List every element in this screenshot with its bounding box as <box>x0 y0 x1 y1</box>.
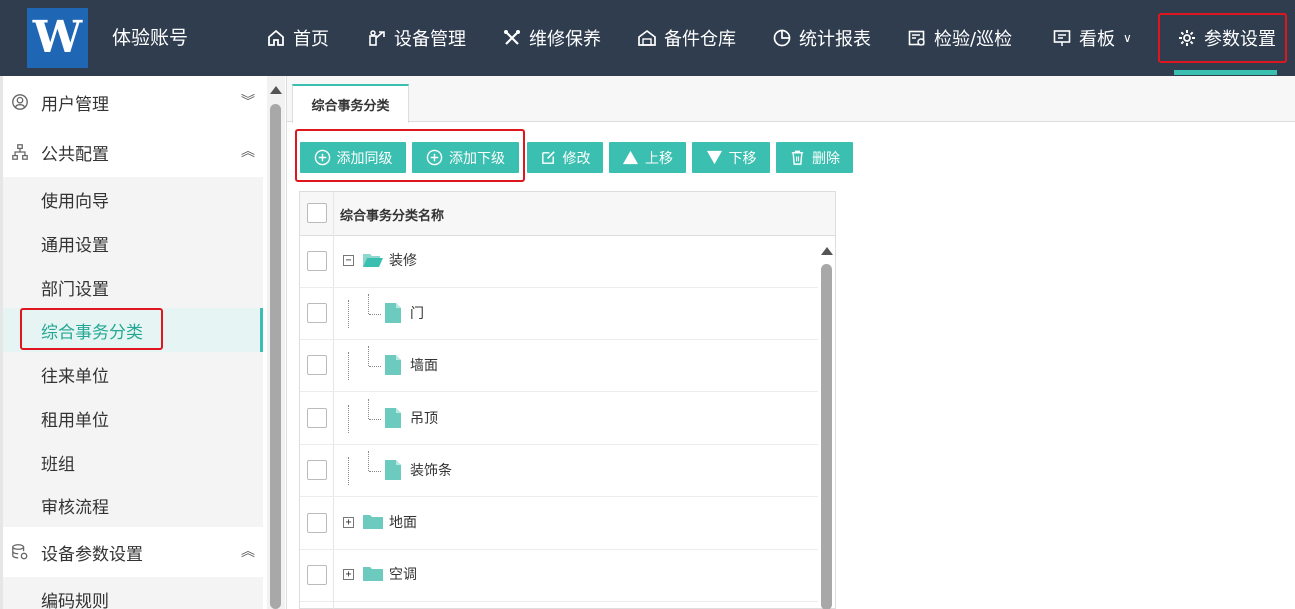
app-logo[interactable]: W <box>27 8 88 68</box>
folder-icon <box>363 567 383 581</box>
triangle-up-icon <box>622 150 639 165</box>
scroll-up-arrow-icon[interactable] <box>821 247 833 255</box>
edit-icon <box>541 151 555 164</box>
folder-icon <box>363 515 383 529</box>
home-icon <box>265 27 287 49</box>
trash-icon <box>791 150 804 165</box>
org-chart-icon <box>10 142 30 162</box>
nav-warehouse[interactable]: 备件仓库 <box>636 0 736 76</box>
delete-button[interactable]: 删除 <box>776 142 853 173</box>
sidebar-item-rental-units[interactable]: 租用单位 <box>3 396 263 440</box>
tree-row-wall[interactable]: 墙面 <box>300 340 818 392</box>
select-all-checkbox[interactable] <box>307 203 327 223</box>
warehouse-icon <box>636 27 658 49</box>
chevron-double-down-icon: ︾ <box>241 94 255 110</box>
pie-chart-icon <box>771 27 793 49</box>
column-header-name: 综合事务分类名称 <box>340 209 445 224</box>
sidebar-item-general-settings[interactable]: 通用设置 <box>3 221 263 265</box>
row-checkbox[interactable] <box>307 355 327 375</box>
nav-board[interactable]: 看板 ∨ <box>1051 0 1132 76</box>
chevron-double-up-icon: ︽ <box>241 544 255 560</box>
file-icon <box>385 408 401 428</box>
nav-active-indicator <box>1174 70 1277 75</box>
move-down-button[interactable]: 下移 <box>692 142 770 173</box>
tree-row-air-conditioning[interactable]: + 空调 <box>300 550 818 602</box>
nav-equipment[interactable]: 设备管理 <box>366 0 466 76</box>
expand-toggle-icon[interactable]: + <box>343 569 354 580</box>
sidebar-item-encoding-rules[interactable]: 编码规则 <box>3 577 263 609</box>
user-circle-icon <box>10 92 30 112</box>
nav-home[interactable]: 首页 <box>265 0 329 76</box>
chevron-double-up-icon: ︽ <box>241 144 255 160</box>
account-name[interactable]: 体验账号 <box>112 26 188 50</box>
grid-scrollbar-thumb[interactable] <box>821 264 832 609</box>
triangle-down-icon <box>706 150 722 165</box>
sidebar-item-approval-flow[interactable]: 审核流程 <box>3 483 263 527</box>
equipment-icon <box>366 27 388 49</box>
row-checkbox[interactable] <box>307 460 327 480</box>
highlight-box-add-buttons <box>295 129 525 182</box>
sidebar-group-user-management[interactable]: 用户管理 ︾ <box>3 77 263 127</box>
nav-inspection[interactable]: 检验/巡检 <box>906 0 1012 76</box>
row-checkbox[interactable] <box>307 408 327 428</box>
folder-open-icon <box>363 254 383 267</box>
row-checkbox[interactable] <box>307 565 327 585</box>
sidebar-group-equipment-params[interactable]: 设备参数设置 ︽ <box>3 527 263 577</box>
nav-maintenance[interactable]: 维修保养 <box>501 0 601 76</box>
category-tree-grid: 综合事务分类名称 − 装修 门 墙面 吊顶 装饰条 + 地面 + 空调 <box>299 191 836 609</box>
file-icon <box>385 460 401 480</box>
tree-row-trim[interactable]: 装饰条 <box>300 445 818 497</box>
highlight-box-sidebar-item <box>20 308 163 350</box>
tab-strip <box>287 76 1295 122</box>
nav-reports[interactable]: 统计报表 <box>771 0 871 76</box>
expand-toggle-icon[interactable]: + <box>343 517 354 528</box>
collapse-toggle-icon[interactable]: − <box>343 255 354 266</box>
tree-row-ceiling[interactable]: 吊顶 <box>300 393 818 445</box>
sidebar-item-department-settings[interactable]: 部门设置 <box>3 265 263 309</box>
edit-button[interactable]: 修改 <box>527 142 603 173</box>
sidebar-scrollbar-thumb[interactable] <box>270 104 281 609</box>
row-checkbox[interactable] <box>307 513 327 533</box>
tree-row-renovation[interactable]: − 装修 <box>300 236 818 288</box>
sidebar-item-teams[interactable]: 班组 <box>3 440 263 484</box>
scroll-up-arrow-icon[interactable] <box>270 86 282 94</box>
sidebar-item-partner-units[interactable]: 往来单位 <box>3 352 263 396</box>
inspection-icon <box>906 27 928 49</box>
highlight-box-settings <box>1158 13 1287 63</box>
tab-general-affairs-category[interactable]: 综合事务分类 <box>292 84 409 123</box>
file-icon <box>385 303 401 323</box>
board-icon <box>1051 27 1073 49</box>
chevron-down-icon: ∨ <box>1123 31 1132 45</box>
row-checkbox[interactable] <box>307 251 327 271</box>
sidebar-item-usage-guide[interactable]: 使用向导 <box>3 177 263 221</box>
tools-icon <box>501 27 523 49</box>
database-gear-icon <box>10 542 30 562</box>
sidebar-group-public-config[interactable]: 公共配置 ︽ <box>3 127 263 177</box>
file-icon <box>385 355 401 375</box>
tree-row-floor[interactable]: + 地面 <box>300 498 818 550</box>
row-checkbox[interactable] <box>307 303 327 323</box>
move-up-button[interactable]: 上移 <box>609 142 686 173</box>
tree-row-door[interactable]: 门 <box>300 288 818 340</box>
grid-header: 综合事务分类名称 <box>300 192 835 236</box>
